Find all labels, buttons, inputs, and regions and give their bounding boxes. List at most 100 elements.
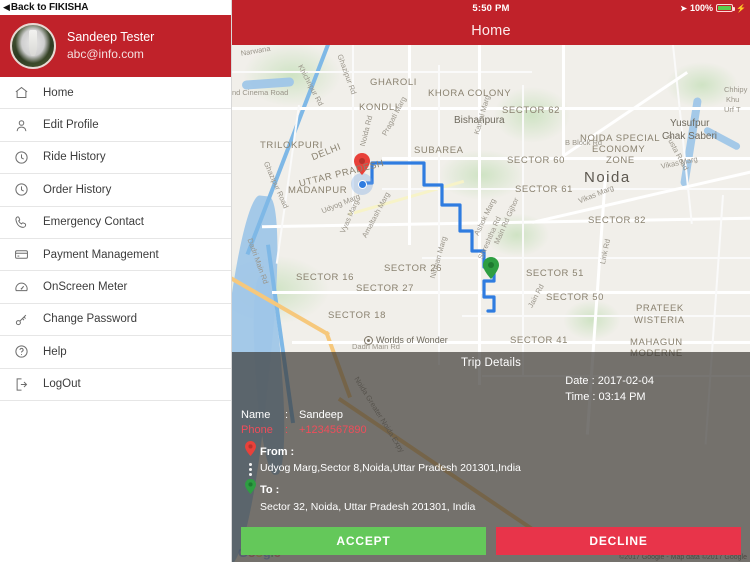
map-label: MAHAGUN	[630, 337, 683, 348]
battery-percent: 100%	[690, 3, 714, 13]
profile-text: Sandeep Tester abc@info.com	[67, 29, 154, 62]
back-label: Back to FIKISHA	[10, 2, 89, 13]
clock-icon	[13, 149, 30, 166]
trip-date-value: 2017-02-04	[597, 375, 654, 387]
triangle-left-icon: ◀	[3, 2, 10, 12]
trip-date: Date : 2017-02-04	[565, 374, 654, 390]
map-label: ECONOMY	[592, 144, 646, 155]
trip-time-value: 03:14 PM	[598, 390, 646, 403]
sidebar-item-emergency-contact[interactable]: Emergency Contact	[0, 207, 231, 239]
map-label: MADANPUR	[288, 185, 348, 196]
map-label: Chhipy	[724, 85, 748, 94]
trip-time: Time : 03:14 PM	[565, 390, 654, 406]
battery-full-icon	[716, 4, 736, 12]
sidebar-item-label: Home	[43, 86, 74, 99]
map-label: TRILOKPURI	[260, 140, 324, 151]
map-label: Khu	[726, 95, 740, 104]
map-label: KHORA COLONY	[428, 88, 512, 99]
logout-icon	[13, 376, 30, 393]
sidebar-item-payment-management[interactable]: Payment Management	[0, 239, 231, 272]
route-dots-icon	[241, 462, 260, 477]
trip-from-row: From :	[241, 441, 741, 460]
trip-to-row: To :	[241, 479, 741, 498]
trip-phone-colon: :	[285, 423, 289, 436]
status-time: 5:50 PM	[472, 2, 510, 14]
person-icon	[13, 117, 30, 134]
map-label: SECTOR 82	[588, 215, 647, 226]
menu-list: Home Edit Profile Ride History Order Histor…	[0, 77, 231, 401]
map-label: WISTERIA	[634, 315, 685, 326]
sidebar-item-home[interactable]: Home	[0, 77, 231, 110]
home-icon	[13, 84, 30, 101]
sidebar-item-label: Change Password	[43, 313, 137, 326]
trip-phone-row: Phone : +1234567890	[241, 422, 741, 437]
trip-from-value: Udyog Marg,Sector 8,Noida,Uttar Pradesh …	[260, 462, 521, 474]
sidebar-item-change-password[interactable]: Change Password	[0, 304, 231, 337]
map-label: Yusufpur	[670, 118, 710, 129]
sidebar-item-help[interactable]: Help	[0, 336, 231, 369]
sidebar-item-label: OnScreen Meter	[43, 281, 128, 294]
map-label: SECTOR 27	[356, 283, 415, 294]
key-icon	[13, 311, 30, 328]
sidebar-item-edit-profile[interactable]: Edit Profile	[0, 109, 231, 142]
trip-details-panel: Trip Details Date : 2017-02-04 Time : 03…	[232, 352, 750, 562]
map-label: SECTOR 51	[526, 268, 585, 279]
sidebar-item-label: Payment Management	[43, 248, 159, 261]
question-circle-icon	[13, 343, 30, 360]
map-label: SECTOR 41	[510, 335, 569, 346]
trip-to-text: To :	[260, 479, 279, 498]
profile-header[interactable]: Sandeep Tester abc@info.com	[0, 15, 231, 77]
trip-name-colon: :	[285, 408, 289, 421]
trip-time-label: Time :	[565, 390, 596, 403]
profile-email: abc@info.com	[67, 47, 144, 62]
sidebar-item-label: LogOut	[43, 378, 81, 391]
location-arrow-icon: ➤	[680, 3, 687, 13]
trip-datetime: Date : 2017-02-04 Time : 03:14 PM	[565, 374, 654, 406]
status-right-group: ➤ 100% ⚡	[680, 0, 746, 16]
app-header: Home	[232, 16, 750, 45]
trip-to-value: Sector 32, Noida, Uttar Pradesh 201301, …	[260, 501, 476, 513]
trip-name-label: Name	[241, 408, 271, 421]
trip-to-value-row: Sector 32, Noida, Uttar Pradesh 201301, …	[241, 501, 741, 513]
map-label: GHAROLI	[370, 77, 417, 88]
sidebar-item-order-history[interactable]: Order History	[0, 174, 231, 207]
back-to-app-button[interactable]: ◀ Back to FIKISHA	[0, 0, 231, 15]
trip-phone-value: +1234567890	[299, 423, 367, 436]
map-label: Dadri Main Rd	[352, 342, 400, 351]
green-map-pin-icon	[241, 479, 260, 494]
status-bar: 5:50 PM ➤ 100% ⚡	[232, 0, 750, 16]
lightning-bolt-icon: ⚡	[736, 3, 746, 13]
app-pane: 5:50 PM ➤ 100% ⚡ Home Worlds of Wonder N…	[232, 0, 750, 562]
map-label: SECTOR 61	[515, 184, 574, 195]
map-label: Urf T	[724, 105, 741, 114]
map-label: SECTOR 16	[296, 272, 355, 283]
map-label: PRATEEK	[636, 303, 684, 314]
map-label: SECTOR 50	[546, 292, 605, 303]
trip-from-label: From :	[260, 446, 295, 458]
map-label: Noida	[584, 169, 631, 186]
sidebar-item-ride-history[interactable]: Ride History	[0, 142, 231, 175]
trip-from-text: From :	[260, 441, 294, 460]
trip-action-buttons: ACCEPT DECLINE	[232, 527, 750, 555]
red-map-pin-icon	[241, 441, 260, 456]
profile-name: Sandeep Tester	[67, 30, 155, 45]
map-label: SECTOR 62	[502, 105, 561, 116]
map-label: NOIDA SPECIAL	[580, 133, 661, 144]
sidebar-item-label: Help	[43, 345, 67, 358]
sidebar-item-logout[interactable]: LogOut	[0, 369, 231, 401]
sidebar-item-label: Order History	[43, 183, 112, 196]
map-label: SECTOR 18	[328, 310, 387, 321]
trip-name-value: Sandeep	[299, 408, 344, 421]
sidebar-item-label: Ride History	[43, 151, 106, 164]
accept-button[interactable]: ACCEPT	[241, 527, 486, 555]
credit-card-icon	[13, 246, 30, 263]
trip-fields: Name : Sandeep Phone : +1234567890 From …	[241, 407, 741, 514]
page-title: Home	[471, 22, 511, 39]
sidebar-item-label: Emergency Contact	[43, 216, 144, 229]
decline-button[interactable]: DECLINE	[496, 527, 741, 555]
speedometer-icon	[13, 279, 30, 296]
green-map-pin[interactable]	[483, 257, 499, 279]
sidebar-item-onscreen-meter[interactable]: OnScreen Meter	[0, 271, 231, 304]
trip-details-title: Trip Details	[460, 357, 522, 369]
